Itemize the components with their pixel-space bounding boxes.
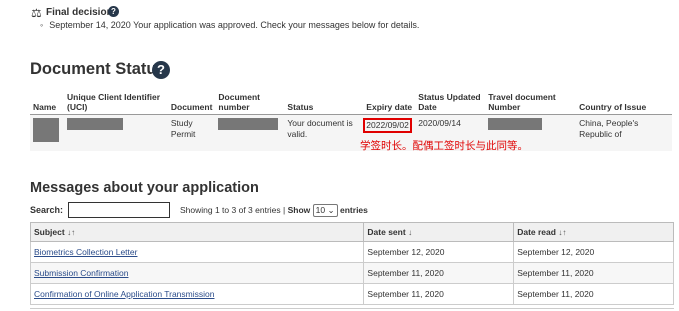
message-link[interactable]: Biometrics Collection Letter [34,247,137,257]
help-icon[interactable]: ? [108,6,119,17]
search-label: Search: [30,205,64,215]
col-uci: Unique Client Identifier (UCI) [63,86,168,115]
document-number-cell [215,114,285,151]
redacted-block [218,118,279,130]
subject-cell: Biometrics Collection Letter [29,241,365,263]
table-row: Submission Confirmation September 11, 20… [29,262,674,284]
search-input[interactable] [68,202,170,218]
col-document-number: Document number [215,86,285,115]
col-document: Document [167,86,216,115]
redacted-block [33,118,59,142]
document-status-table: Name Unique Client Identifier (UCI) Docu… [30,86,672,151]
name-cell [30,114,64,151]
sort-icon: ↓↑ [67,228,76,237]
col-status-updated: Status Updated Date [415,86,486,115]
col-status: Status [284,86,364,115]
col-country: Country of Issue [576,86,672,115]
expiry-annotation: 学签时长。配偶工签时长与此同等。 [360,140,528,152]
messages-title: Messages about your application [30,180,259,196]
redacted-block [66,118,123,130]
sort-date-sent[interactable]: Date sent ↓ [363,222,515,242]
table-row: Study Permit Your document is valid. 202… [30,114,672,151]
sort-subject[interactable]: Subject ↓↑ [29,222,365,242]
divider [30,308,674,309]
subject-cell: Submission Confirmation [29,262,365,284]
subject-cell: Confirmation of Online Application Trans… [29,283,365,305]
read-cell: September 12, 2020 [513,241,674,263]
table-row: Biometrics Collection Letter September 1… [29,241,674,263]
sent-cell: September 12, 2020 [363,241,515,263]
read-cell: September 11, 2020 [513,283,674,305]
col-expiry-date: Expiry date [363,86,416,115]
table-row: Confirmation of Online Application Trans… [29,283,674,305]
messages-header-row: Subject ↓↑ Date sent ↓ Date read ↓↑ [29,222,674,242]
message-link[interactable]: Submission Confirmation [34,268,128,278]
separator: | [283,205,286,215]
document-status-header-row: Name Unique Client Identifier (UCI) Docu… [30,86,672,115]
messages-table: Subject ↓↑ Date sent ↓ Date read ↓↑ Biom… [29,222,674,305]
document-status-help-icon[interactable]: ? [152,61,170,79]
uci-cell [63,114,168,151]
expiry-highlight: 2022/09/02 [363,118,412,133]
sort-desc-icon: ↓ [408,228,413,237]
entries-info: Showing 1 to 3 of 3 entries | Show 10 ⌄ … [180,204,368,217]
sent-cell: September 11, 2020 [363,262,515,284]
col-travel-doc-number: Travel document Number [485,86,577,115]
country-cell: China, People's Republic of [576,114,672,151]
sort-date-read[interactable]: Date read ↓↑ [513,222,674,242]
read-cell: September 11, 2020 [513,262,674,284]
document-cell: Study Permit [167,114,216,151]
final-decision-text: September 14, 2020 Your application was … [40,20,419,30]
message-link[interactable]: Confirmation of Online Application Trans… [34,289,214,299]
sort-icon: ↓↑ [558,228,567,237]
show-label: Show [287,205,311,215]
showing-text: Showing 1 to 3 of 3 entries [180,205,281,215]
scale-icon: ⚖ [31,6,42,20]
sent-cell: September 11, 2020 [363,283,515,305]
chevron-down-icon: ⌄ [327,205,335,215]
document-status-title: Document Status [30,60,166,78]
redacted-block [488,118,543,130]
entries-label: entries [340,205,368,215]
col-name: Name [30,86,64,115]
status-cell: Your document is valid. [284,114,364,151]
final-decision-title: Final decision [46,7,113,18]
page-length-select[interactable]: 10 ⌄ [312,204,338,217]
